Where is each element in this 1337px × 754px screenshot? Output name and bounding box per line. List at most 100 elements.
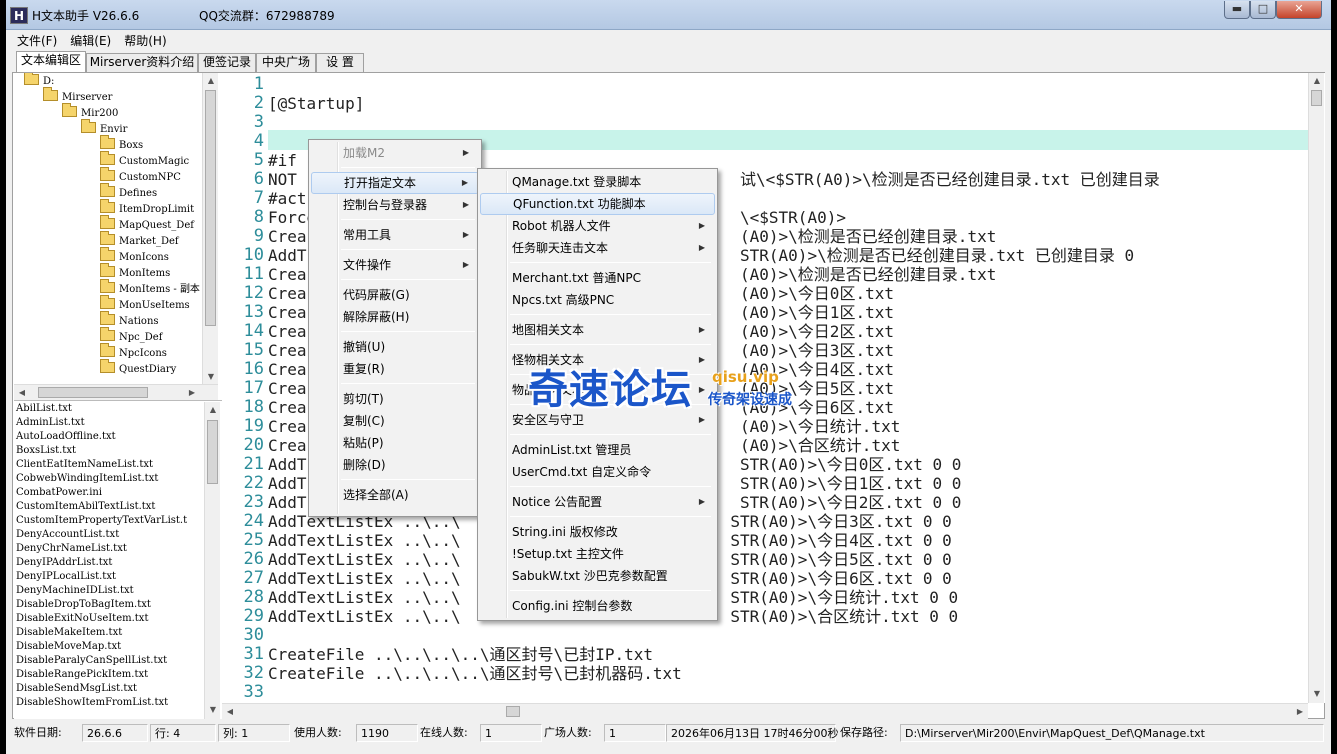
menu-item[interactable]: 文件操作 ▶ xyxy=(311,254,479,276)
editor-hscroll[interactable]: ◀ ▶ xyxy=(222,703,1308,719)
tab-text-editor[interactable]: 文本编辑区 xyxy=(16,51,86,72)
menu-item[interactable]: 常用工具 ▶ xyxy=(311,224,479,246)
menu-item[interactable]: 重复(R) xyxy=(311,358,479,380)
menu-item[interactable]: Merchant.txt 普通NPC xyxy=(480,267,715,289)
menu-edit[interactable]: 编辑(E) xyxy=(63,30,117,49)
tab-settings[interactable]: 设 置 xyxy=(316,53,364,72)
menu-item[interactable]: QFunction.txt 功能脚本 xyxy=(480,193,715,215)
scroll-up-icon[interactable]: ▲ xyxy=(1309,73,1325,89)
menu-item[interactable]: 解除屏蔽(H) xyxy=(311,306,479,328)
menu-item[interactable]: AdminList.txt 管理员 xyxy=(480,439,715,461)
menu-item[interactable]: 剪切(T) xyxy=(311,388,479,410)
tree-vscroll-thumb[interactable] xyxy=(205,90,216,326)
menu-item[interactable]: Config.ini 控制台参数 xyxy=(480,595,715,617)
file-list-item[interactable]: AdminList.txt xyxy=(16,416,85,430)
tree-item[interactable]: Mirserver xyxy=(43,87,112,106)
file-list[interactable]: AbilList.txt AdminList.txt AutoLoadOffline… xyxy=(14,400,224,719)
file-list-item[interactable]: AutoLoadOffline.txt xyxy=(16,430,116,444)
title-bar[interactable]: H H文本助手 V26.6.6 QQ交流群：672988789 ▬ □ ✕ xyxy=(6,0,1331,30)
menu-item[interactable]: SabukW.txt 沙巴克参数配置 xyxy=(480,565,715,587)
code-line[interactable]: #if xyxy=(268,151,297,170)
code-line[interactable]: #act xyxy=(268,189,307,208)
menu-item[interactable]: 控制台与登录器 ▶ xyxy=(311,194,479,216)
scroll-up-icon[interactable]: ▲ xyxy=(205,402,221,418)
file-list-item[interactable]: AbilList.txt xyxy=(16,402,72,416)
tree-hscroll-thumb[interactable] xyxy=(38,387,148,398)
menu-file[interactable]: 文件(F) xyxy=(10,30,63,49)
menu-item[interactable]: String.ini 版权修改 xyxy=(480,521,715,543)
tab-central-plaza[interactable]: 中央广场 xyxy=(256,53,316,72)
maximize-button[interactable]: □ xyxy=(1250,1,1276,19)
menu-help[interactable]: 帮助(H) xyxy=(117,30,172,49)
scroll-right-icon[interactable]: ▶ xyxy=(1292,704,1308,720)
file-list-item[interactable]: DisableSendMsgList.txt xyxy=(16,682,137,696)
scroll-up-icon[interactable]: ▲ xyxy=(203,73,219,89)
tree-vscroll[interactable]: ▲ ▼ xyxy=(202,73,218,385)
file-list-item[interactable]: DisableShowItemFromList.txt xyxy=(16,696,168,710)
menu-item[interactable]: 复制(C) xyxy=(311,410,479,432)
file-list-item[interactable]: BoxsList.txt xyxy=(16,444,76,458)
menu-item[interactable]: Robot 机器人文件 ▶ xyxy=(480,215,715,237)
scroll-left-icon[interactable]: ◀ xyxy=(222,704,238,720)
minimize-button[interactable]: ▬ xyxy=(1224,1,1250,19)
menu-item[interactable]: 打开指定文本 ▶ xyxy=(311,172,479,194)
menu-item[interactable]: UserCmd.txt 自定义命令 xyxy=(480,461,715,483)
tree-item[interactable]: ItemDropLimit xyxy=(100,199,194,218)
scroll-down-icon[interactable]: ▼ xyxy=(1309,686,1325,702)
menu-item[interactable]: Npcs.txt 高级PNC xyxy=(480,289,715,311)
code-line[interactable]: CreateFile ..\..\..\..\通区封号\已封IP.txt xyxy=(268,645,653,664)
code-line[interactable]: CreateFile ..\..\..\..\通区封号\已封机器码.txt xyxy=(268,664,682,683)
file-list-item[interactable]: DenyMachineIDList.txt xyxy=(16,584,134,598)
tree-item[interactable]: Market_Def xyxy=(100,231,179,250)
file-list-item[interactable]: CustomItemPropertyTextVarList.t xyxy=(16,514,187,528)
tree-hscroll[interactable]: ◀ ▶ xyxy=(14,384,218,400)
code-line[interactable]: [@Startup] xyxy=(268,94,364,113)
file-list-item[interactable]: DisableExitNoUseItem.txt xyxy=(16,612,148,626)
tree-item[interactable]: NpcIcons xyxy=(100,343,167,362)
scroll-down-icon[interactable]: ▼ xyxy=(205,702,221,718)
editor-vscroll[interactable]: ▲ ▼ xyxy=(1308,73,1324,703)
file-list-item[interactable]: DenyAccountList.txt xyxy=(16,528,119,542)
file-list-item[interactable]: CombatPower.ini xyxy=(16,486,102,500)
file-list-item[interactable]: DisableMakeItem.txt xyxy=(16,626,122,640)
file-list-item[interactable]: DisableDropToBagItem.txt xyxy=(16,598,151,612)
file-list-item[interactable]: DenyChrNameList.txt xyxy=(16,542,127,556)
menu-item[interactable]: 地图相关文本 ▶ xyxy=(480,319,715,341)
menu-item[interactable]: Notice 公告配置 ▶ xyxy=(480,491,715,513)
file-list-item[interactable]: DisableParalyCanSpellList.txt xyxy=(16,654,167,668)
tree-item[interactable]: MapQuest_Def xyxy=(100,215,194,234)
tree-item[interactable]: CustomMagic xyxy=(100,151,189,170)
tab-notes[interactable]: 便签记录 xyxy=(198,53,256,72)
menu-item[interactable]: QManage.txt 登录脚本 xyxy=(480,171,715,193)
file-list-item[interactable]: DenyIPLocalList.txt xyxy=(16,570,116,584)
menu-item[interactable]: 选择全部(A) xyxy=(311,484,479,506)
editor-hscroll-thumb[interactable] xyxy=(506,706,520,717)
menu-item[interactable]: 粘贴(P) xyxy=(311,432,479,454)
file-list-item[interactable]: CobwebWindingItemList.txt xyxy=(16,472,158,486)
tree-item[interactable]: Mir200 xyxy=(62,103,118,122)
scroll-left-icon[interactable]: ◀ xyxy=(14,385,30,401)
tree-item[interactable]: MonItems xyxy=(100,263,170,282)
file-list-vscroll-thumb[interactable] xyxy=(207,420,218,484)
file-list-item[interactable]: CustomItemAbilTextList.txt xyxy=(16,500,155,514)
file-list-item[interactable]: DisableMoveMap.txt xyxy=(16,640,121,654)
tree-item[interactable]: MonUseItems xyxy=(100,295,190,314)
tree-item[interactable]: MonItems - 副本 xyxy=(100,279,200,298)
tree-item[interactable]: QuestDiary xyxy=(100,359,176,378)
tree-item[interactable]: MonIcons xyxy=(100,247,169,266)
scroll-right-icon[interactable]: ▶ xyxy=(184,385,200,401)
file-list-item[interactable]: ClientEatItemNameList.txt xyxy=(16,458,153,472)
tab-mirserver-info[interactable]: Mirserver资料介绍 xyxy=(86,53,198,72)
folder-tree[interactable]: D: Mirserver Mir200 Envir Boxs CustomMagic Cus… xyxy=(14,73,218,385)
menu-item[interactable]: 任务聊天连击文本 ▶ xyxy=(480,237,715,259)
menu-item[interactable]: 撤销(U) xyxy=(311,336,479,358)
file-list-item[interactable]: DisableRangePickItem.txt xyxy=(16,668,148,682)
tree-item[interactable]: CustomNPC xyxy=(100,167,181,186)
editor-vscroll-thumb[interactable] xyxy=(1311,90,1322,106)
menu-item[interactable]: 删除(D) xyxy=(311,454,479,476)
file-list-vscroll[interactable]: ▲ ▼ xyxy=(204,402,220,719)
menu-item[interactable]: 代码屏蔽(G) xyxy=(311,284,479,306)
menu-item[interactable]: !Setup.txt 主控文件 xyxy=(480,543,715,565)
scroll-down-icon[interactable]: ▼ xyxy=(203,369,219,385)
file-list-item[interactable]: DenyIPAddrList.txt xyxy=(16,556,112,570)
